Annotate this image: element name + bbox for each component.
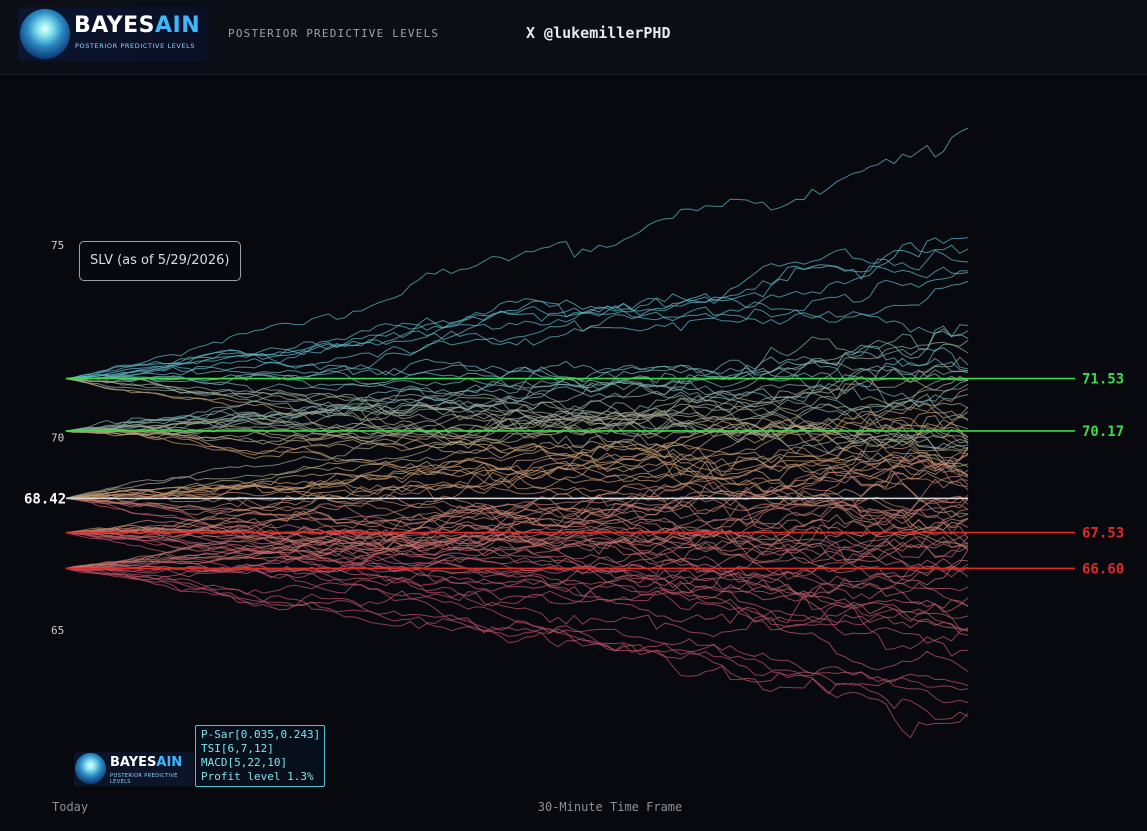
- current-price-label: 68.42: [24, 491, 66, 507]
- y-tick-65: 65: [51, 624, 64, 637]
- watermark-logo: BAYESAIN POSTERIOR PREDICTIVE LEVELS: [74, 752, 194, 786]
- globe-icon: [75, 753, 106, 784]
- logo-title: BAYESAIN: [74, 13, 201, 38]
- ticker-annotation: SLV (as of 5/29/2026): [79, 241, 241, 281]
- indicator-profit: Profit level 1.3%: [201, 770, 314, 783]
- globe-icon: [20, 9, 70, 59]
- simulated-path-8: [65, 270, 969, 380]
- level-label-resistance-1: 70.17: [1082, 424, 1124, 440]
- simulated-path-98: [65, 567, 969, 638]
- x-axis-title: 30-Minute Time Frame: [538, 800, 683, 814]
- indicator-tsi: TSI[6,7,12]: [201, 742, 274, 755]
- y-tick-70: 70: [51, 432, 64, 445]
- simulated-path-81: [65, 567, 969, 739]
- page-title: POSTERIOR PREDICTIVE LEVELS: [228, 27, 440, 40]
- indicator-psar: P-Sar[0.035,0.243]: [201, 728, 321, 741]
- app-header: BAYESAIN POSTERIOR PREDICTIVE LEVELS POS…: [0, 0, 1147, 75]
- author-handle[interactable]: X @lukemillerPHD: [526, 24, 671, 42]
- level-label-resistance-0: 71.53: [1082, 372, 1124, 388]
- simulated-paths: [65, 127, 969, 739]
- bayesain-logo[interactable]: BAYESAIN POSTERIOR PREDICTIVE LEVELS: [18, 7, 208, 61]
- indicator-macd: MACD[5,22,10]: [201, 756, 288, 769]
- level-label-support-2: 67.53: [1082, 526, 1124, 542]
- indicator-box: P-Sar[0.035,0.243] TSI[6,7,12] MACD[5,22…: [195, 725, 325, 787]
- watermark-subtitle: POSTERIOR PREDICTIVE LEVELS: [110, 773, 178, 785]
- simulated-path-16: [65, 266, 969, 380]
- y-axis: 65 70 75: [51, 239, 64, 637]
- watermark-title: BAYESAIN: [110, 755, 183, 770]
- logo-subtitle: POSTERIOR PREDICTIVE LEVELS: [75, 42, 196, 50]
- x-start-label: Today: [52, 800, 88, 814]
- level-label-support-3: 66.60: [1082, 561, 1124, 577]
- y-tick-75: 75: [51, 239, 64, 252]
- predictive-chart: 71.5370.1767.5366.60 657075 68.42 Today …: [24, 127, 1124, 814]
